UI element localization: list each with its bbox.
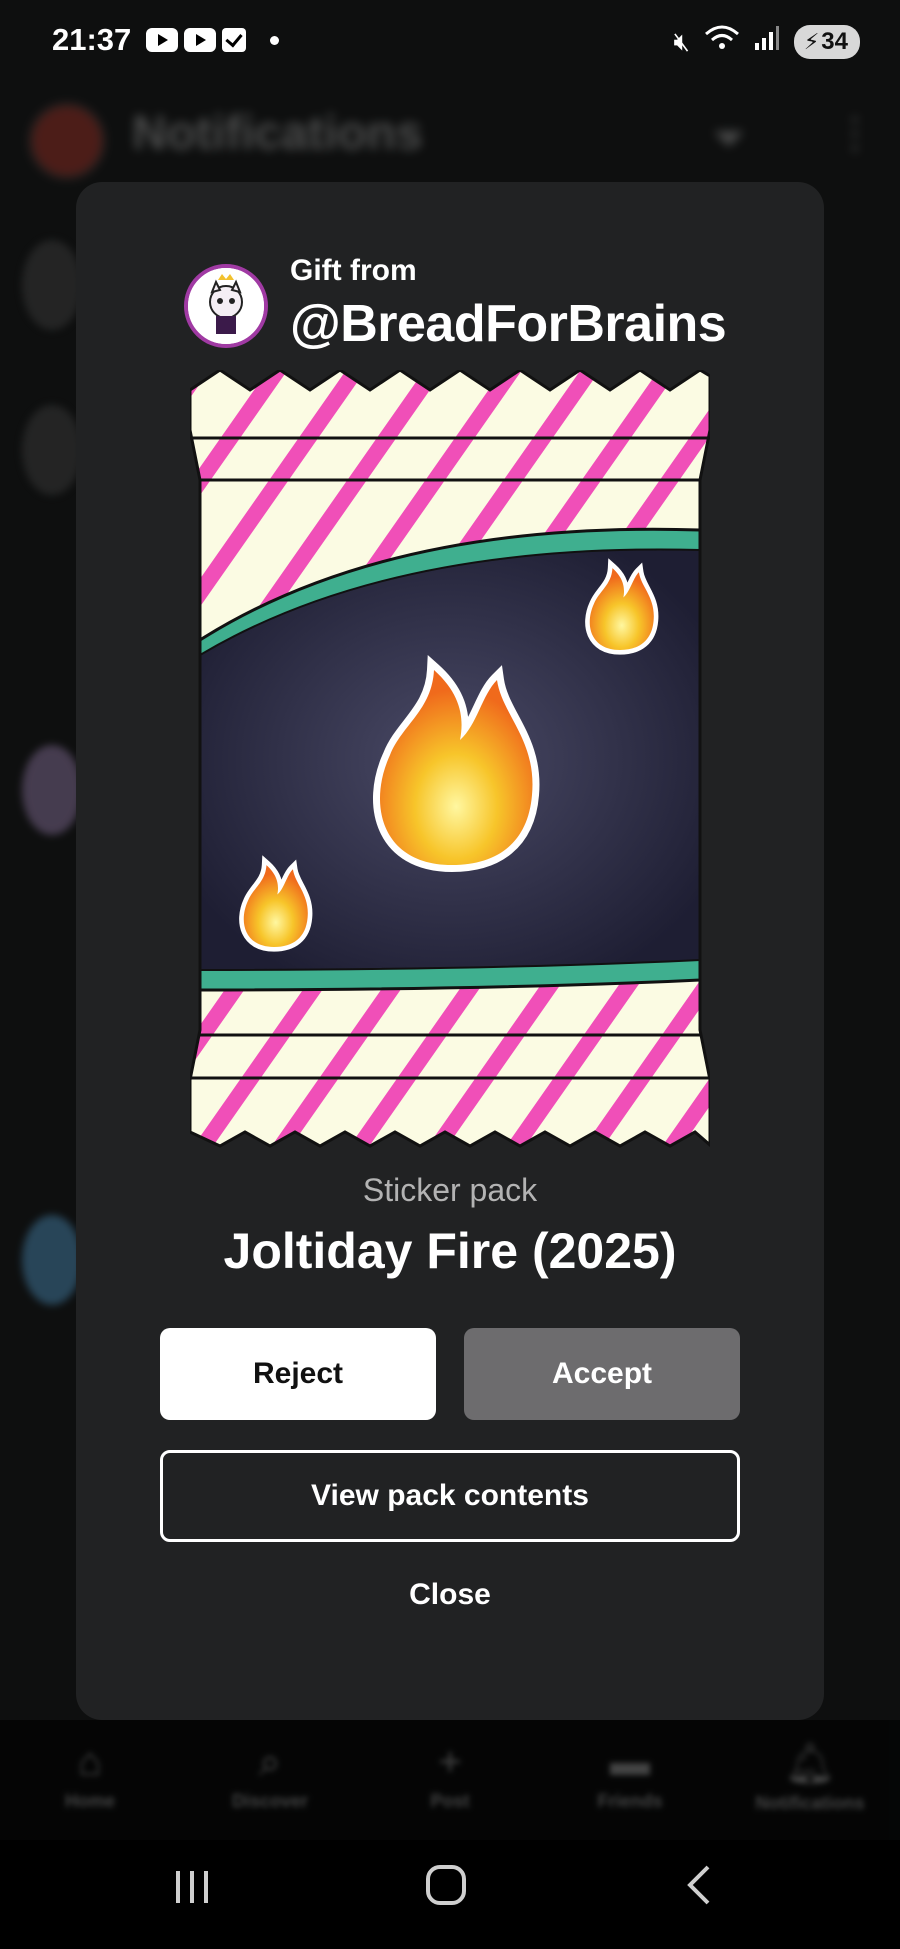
charging-icon: ⚡ [803, 28, 820, 54]
nav-friends[interactable]: ▬ Friends [540, 1740, 720, 1812]
sender-username[interactable]: @BreadForBrains [290, 294, 727, 354]
more-options-icon[interactable]: ⋮ [834, 108, 876, 157]
search-icon: ⌕ [258, 1740, 282, 1784]
page-title: Notifications [132, 107, 423, 160]
bell-icon: 🔔︎ [784, 1742, 836, 1786]
mute-icon: 🔇︎ [673, 25, 690, 56]
list-item-avatar [22, 405, 82, 495]
clock: 21:37 [52, 22, 132, 57]
pack-name: Joltiday Fire (2025) [223, 1223, 677, 1279]
sticker-pack-image [190, 370, 710, 1148]
list-item-avatar [22, 1215, 82, 1305]
youtube-icon [146, 28, 178, 52]
app-header: Notifications ⏷ ⋮ [0, 84, 900, 184]
home-icon: ⌂ [77, 1740, 103, 1784]
accept-button[interactable]: Accept [464, 1328, 740, 1420]
bottom-navigation: ⌂ Home ⌕ Discover + Post ▬ Friends 🔔︎ Notific… [0, 1720, 900, 1840]
pack-type-label: Sticker pack [362, 1172, 538, 1208]
system-icons: 🔇︎ ⚡ 34 [673, 24, 860, 59]
notification-icons [146, 28, 279, 52]
youtube-icon [184, 28, 216, 52]
battery-level: 34 [821, 27, 848, 55]
list-item-avatar [22, 240, 82, 330]
status-bar: 21:37 🔇︎ ⚡ 34 [0, 0, 900, 84]
back-icon[interactable] [682, 1860, 718, 1920]
chat-icon: ▬ [610, 1740, 650, 1784]
nav-notifications[interactable]: 🔔︎ Notifications [720, 1740, 900, 1814]
list-item-avatar [22, 745, 82, 835]
recent-apps-icon[interactable] [172, 1860, 212, 1920]
battery-indicator: ⚡ 34 [793, 24, 860, 59]
filter-icon[interactable]: ⏷ [712, 114, 746, 163]
nav-discover[interactable]: ⌕ Discover [180, 1740, 360, 1812]
dot-icon [270, 35, 279, 45]
home-button-icon[interactable] [424, 1860, 468, 1920]
plus-icon: + [438, 1740, 462, 1784]
wifi-icon [704, 24, 740, 59]
sender-avatar[interactable] [184, 264, 268, 348]
nav-post[interactable]: + Post [360, 1740, 540, 1812]
gift-dialog: Gift from @BreadForBrains Sticker pack J… [76, 182, 824, 1720]
view-pack-contents-button[interactable]: View pack contents [160, 1450, 740, 1542]
close-button[interactable]: Close [76, 1578, 824, 1612]
reject-button[interactable]: Reject [160, 1328, 436, 1420]
checkbox-icon [222, 28, 246, 52]
signal-icon [754, 25, 780, 58]
gift-from-label: Gift from [290, 254, 417, 287]
profile-avatar[interactable] [28, 102, 106, 180]
system-navigation-bar [0, 1840, 900, 1949]
nav-home[interactable]: ⌂ Home [0, 1740, 180, 1812]
